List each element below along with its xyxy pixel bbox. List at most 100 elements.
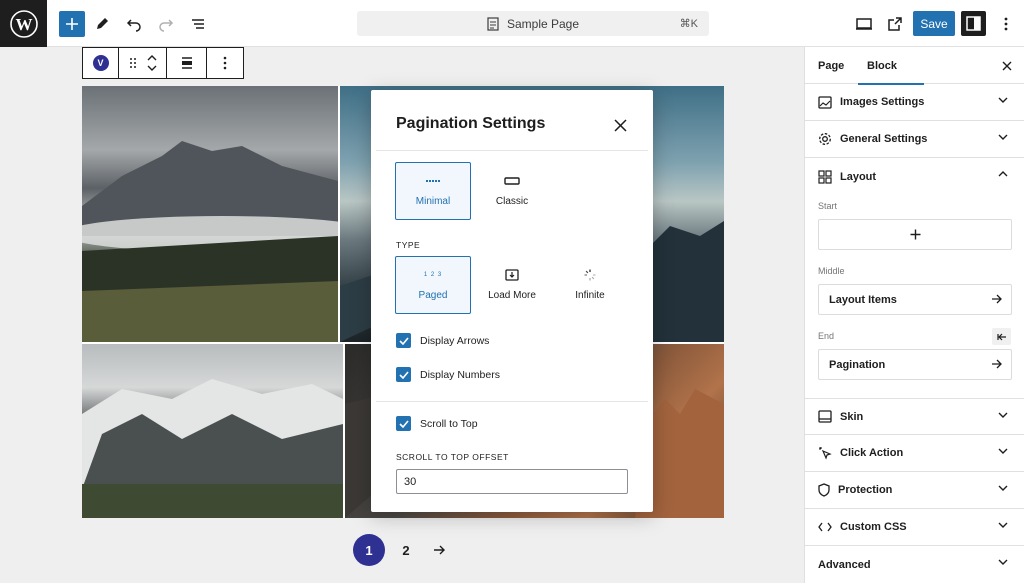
display-arrows-checkbox-row[interactable]: Display Arrows — [396, 333, 489, 348]
tab-block[interactable]: Block — [858, 47, 924, 85]
gear-icon — [819, 133, 831, 145]
panel-skin[interactable]: Skin — [805, 398, 1024, 435]
layout-items-button[interactable]: Layout Items — [818, 284, 1012, 315]
layout-start-add-button[interactable] — [818, 219, 1012, 250]
checkbox-label: Display Arrows — [420, 334, 490, 347]
layout-item-label: Pagination — [829, 358, 886, 371]
code-icon — [818, 522, 832, 532]
panel-layout[interactable]: Layout — [805, 158, 1024, 195]
editor-top-bar: W Sample Page ⌘K Save — [0, 0, 1024, 47]
list-view-button[interactable] — [185, 11, 211, 37]
gallery-image[interactable] — [82, 344, 343, 518]
arrow-right-icon — [992, 294, 1002, 304]
chevron-down-icon — [998, 485, 1008, 491]
minimal-style-icon — [425, 175, 441, 187]
panel-protection[interactable]: Protection — [805, 472, 1024, 509]
desktop-preview-icon — [856, 18, 872, 30]
pagination-settings-modal: Pagination Settings Minimal Classic TYPE… — [371, 90, 653, 512]
scroll-offset-input[interactable]: 30 — [396, 469, 628, 494]
scroll-to-top-checkbox-row[interactable]: Scroll to Top — [396, 416, 478, 431]
type-option-load-more[interactable]: Load More — [474, 256, 550, 314]
command-palette-bar[interactable]: Sample Page ⌘K — [357, 11, 709, 36]
image-icon — [818, 95, 832, 109]
modal-divider — [376, 401, 648, 402]
chevron-up-down-icon[interactable] — [147, 53, 157, 73]
save-button[interactable]: Save — [913, 11, 955, 36]
drag-handle-icon[interactable] — [129, 57, 137, 69]
add-block-button[interactable] — [59, 11, 85, 37]
panel-label: Layout — [840, 170, 877, 183]
style-option-minimal[interactable]: Minimal — [395, 162, 471, 220]
modal-close-button[interactable] — [609, 114, 631, 136]
chevron-down-icon — [998, 448, 1008, 454]
checkbox-label: Scroll to Top — [420, 417, 478, 430]
block-options-button[interactable] — [207, 48, 243, 78]
paged-numbers-icon: 1 2 3 — [423, 272, 443, 278]
pagination-page-2[interactable]: 2 — [396, 534, 416, 566]
settings-sidebar-toggle[interactable] — [961, 11, 986, 36]
block-badge: V — [92, 55, 109, 71]
arrow-left-bar-icon — [996, 333, 1006, 340]
display-arrows-checkbox[interactable] — [396, 333, 411, 348]
options-button[interactable] — [993, 11, 1019, 37]
gallery-image[interactable] — [82, 86, 338, 342]
type-option-label: Infinite — [575, 290, 605, 301]
pagination-next-button[interactable] — [429, 534, 449, 566]
tools-button[interactable] — [89, 11, 115, 37]
panel-label: General Settings — [840, 133, 928, 145]
style-option-classic[interactable]: Classic — [474, 162, 550, 220]
block-type-button[interactable]: V — [83, 48, 119, 78]
view-page-button[interactable] — [882, 11, 908, 37]
plus-icon — [66, 18, 78, 30]
close-icon — [1002, 61, 1012, 71]
pagination-page-1[interactable]: 1 — [353, 534, 385, 566]
panel-label: Custom CSS — [840, 521, 907, 533]
sidebar-toggle-icon — [966, 16, 981, 31]
panel-images-settings[interactable]: Images Settings — [805, 84, 1024, 121]
type-option-label: Load More — [488, 290, 536, 301]
redo-icon — [159, 19, 174, 32]
type-option-infinite[interactable]: Infinite — [552, 256, 628, 314]
tab-page[interactable]: Page — [818, 47, 844, 84]
redo-button[interactable] — [153, 11, 179, 37]
skin-icon — [818, 410, 832, 423]
more-vertical-icon — [223, 56, 227, 70]
document-icon — [487, 16, 499, 31]
arrow-right-icon — [434, 545, 445, 555]
spinner-icon — [584, 269, 596, 281]
type-option-paged[interactable]: 1 2 3 Paged — [395, 256, 471, 314]
scroll-to-top-checkbox[interactable] — [396, 416, 411, 431]
modal-divider — [376, 150, 648, 151]
wordpress-logo-icon[interactable]: W — [0, 0, 47, 47]
offset-section-label: SCROLL TO TOP OFFSET — [396, 452, 509, 462]
preview-button[interactable] — [851, 11, 877, 37]
panel-label: Advanced — [818, 558, 871, 571]
layout-start-label: Start — [818, 201, 838, 211]
panel-custom-css[interactable]: Custom CSS — [805, 509, 1024, 546]
align-button[interactable] — [167, 48, 207, 78]
panel-click-action[interactable]: Click Action — [805, 435, 1024, 472]
pagination-item-button[interactable]: Pagination — [818, 349, 1012, 380]
layout-end-toggle[interactable] — [992, 328, 1011, 345]
type-option-label: Paged — [418, 290, 448, 301]
sidebar-close-button[interactable] — [999, 58, 1015, 74]
undo-button[interactable] — [121, 11, 147, 37]
sidebar-tabs: Page Block — [805, 47, 1024, 85]
shortcut-hint: ⌘K — [679, 18, 698, 30]
undo-icon — [126, 19, 141, 32]
panel-advanced[interactable]: Advanced — [805, 546, 1024, 583]
settings-sidebar: Page Block Images Settings General Setti… — [804, 47, 1024, 583]
svg-text:W: W — [15, 15, 32, 34]
panel-label: Protection — [838, 484, 893, 496]
panel-label: Images Settings — [840, 96, 925, 108]
checkmark-icon — [398, 419, 409, 428]
block-toolbar: V — [82, 47, 244, 79]
display-numbers-checkbox-row[interactable]: Display Numbers — [396, 367, 500, 382]
display-numbers-checkbox[interactable] — [396, 367, 411, 382]
pencil-icon — [97, 18, 108, 29]
align-center-icon — [181, 57, 192, 69]
panel-general-settings[interactable]: General Settings — [805, 121, 1024, 158]
checkbox-label: Display Numbers — [420, 368, 500, 381]
chevron-up-icon — [998, 171, 1008, 177]
load-more-icon — [505, 269, 519, 281]
